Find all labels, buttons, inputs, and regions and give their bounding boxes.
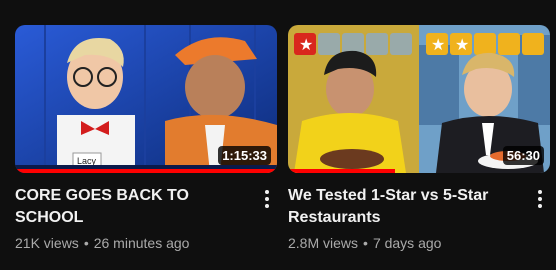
star-rating-right: ★ ★ — [426, 33, 544, 55]
watch-progress-bar — [15, 169, 277, 173]
video-thumbnail[interactable]: ★ ★ ★ 56:30 — [288, 25, 550, 173]
duration-badge: 1:15:33 — [218, 146, 271, 165]
video-stats: 2.8M views • 7 days ago — [288, 233, 522, 253]
video-thumbnail[interactable]: Lacy 1:15:33 — [15, 25, 277, 173]
video-card[interactable]: Lacy 1:15:33 CORE GOES BACK TO SCHOOL 21… — [15, 25, 277, 253]
watch-progress-bar — [288, 169, 396, 173]
more-actions-icon[interactable] — [257, 187, 277, 211]
upload-age: 26 minutes ago — [93, 235, 190, 251]
svg-text:★: ★ — [299, 35, 313, 54]
more-actions-icon[interactable] — [530, 187, 550, 211]
video-title[interactable]: CORE GOES BACK TO SCHOOL — [15, 185, 249, 229]
upload-age: 7 days ago — [372, 235, 442, 251]
video-meta: We Tested 1-Star vs 5-Star Restaurants 2… — [288, 185, 550, 253]
svg-text:★: ★ — [455, 35, 469, 54]
video-card[interactable]: ★ ★ ★ 56:30 We Tested 1-Star vs 5-Star R… — [288, 25, 550, 253]
name-tag-text: Lacy — [77, 156, 97, 166]
svg-text:★: ★ — [431, 35, 445, 54]
separator: • — [363, 235, 368, 251]
video-stats: 21K views • 26 minutes ago — [15, 233, 249, 253]
view-count: 21K views — [15, 235, 79, 251]
duration-badge: 56:30 — [502, 146, 544, 165]
separator: • — [83, 235, 89, 251]
video-meta: CORE GOES BACK TO SCHOOL 21K views • 26 mi… — [15, 185, 277, 253]
video-title[interactable]: We Tested 1-Star vs 5-Star Restaurants — [288, 185, 522, 229]
view-count: 2.8M views — [288, 235, 359, 251]
